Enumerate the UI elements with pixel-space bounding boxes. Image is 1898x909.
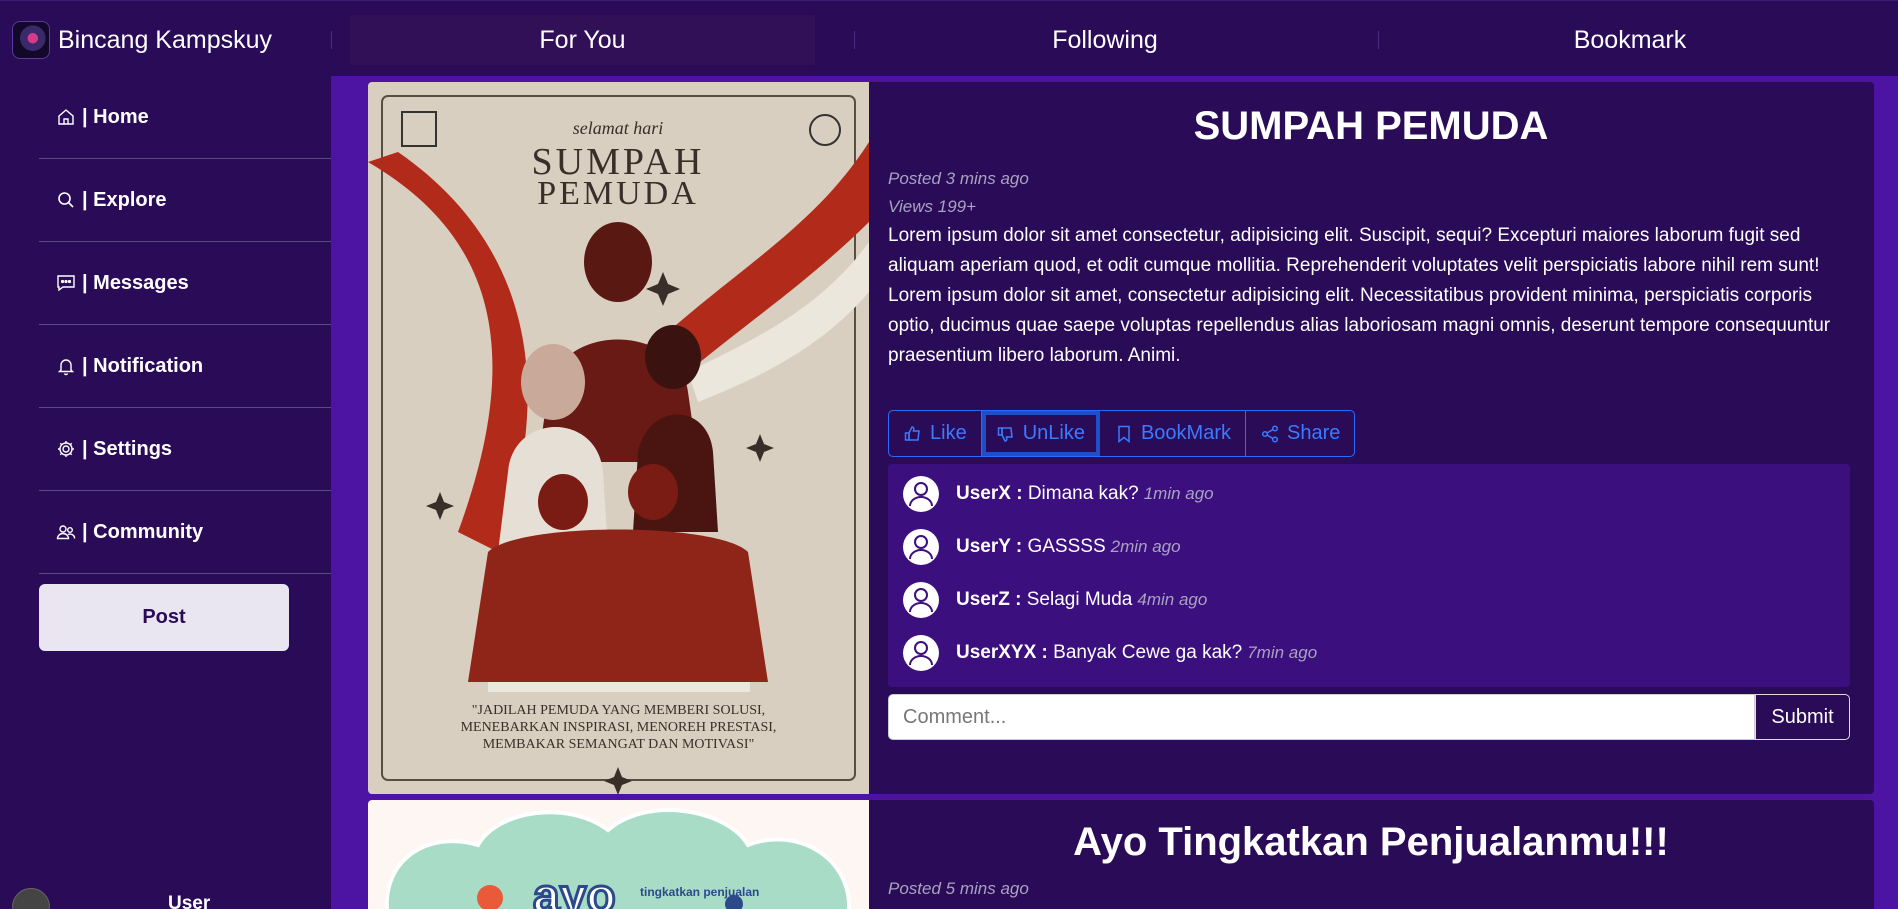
post-time: Posted 5 mins ago [888,879,1029,898]
post-card: ayo tingkatkan penjualan Ayo Tingkatkan … [368,800,1874,909]
post-body: SUMPAH PEMUDA Posted 3 mins ago Views 19… [888,82,1854,740]
list-item: UserXYX : Banyak Cewe ga kak? 7min ago [902,634,1317,672]
post-views: Views 199+ [888,197,977,216]
share-button[interactable]: Share [1246,411,1354,456]
sidebar-item-label: | Notification [82,354,204,377]
list-item: UserX : Dimana kak? 1min ago [902,475,1214,513]
submit-button[interactable]: Submit [1755,694,1850,740]
post-body: Ayo Tingkatkan Penjualanmu!!! Posted 5 m… [888,800,1854,899]
bookmark-icon [1118,425,1130,443]
sidebar-item-messages[interactable]: | Messages [39,242,331,325]
comment-user[interactable]: UserY : [956,536,1022,558]
post-image: ayo tingkatkan penjualan [368,800,869,909]
comment-user[interactable]: UserXYX : [956,642,1048,664]
comment-time: 2min ago [1110,537,1181,556]
avatar[interactable] [12,888,50,909]
poster-word: ayo [533,870,616,909]
app-title: Bincang Kampskuy [58,26,273,54]
tab-divider [331,31,332,49]
poster-script: selamat hari [573,118,664,138]
poster-headline: PEMUDA [537,175,699,212]
sidebar-item-label: | Explore [82,188,167,211]
tab-bookmark[interactable]: Bookmark [1395,15,1865,65]
like-label: Like [930,422,967,444]
sidebar-item-label: | Community [82,520,204,543]
comment-text: Selagi Muda [1026,589,1133,610]
home-icon [58,109,74,125]
post-actions: Like UnLike BookMark Share [888,410,1356,457]
post-text: Lorem ipsum dolor sit amet consectetur, … [888,225,1831,366]
tab-divider [854,31,855,49]
bookmark-button[interactable]: BookMark [1100,411,1246,456]
user-avatar-icon [903,476,939,512]
bookmark-label: BookMark [1140,422,1231,444]
user-avatar-icon [903,582,939,618]
post-time: Posted 3 mins ago [888,169,1029,188]
sidebar-item-label: | Home [82,105,149,128]
thumbs-up-icon [904,425,920,441]
unlike-label: UnLike [1022,422,1085,444]
comment-text: Dimana kak? [1027,483,1139,504]
sidebar-item-notification[interactable]: | Notification [39,325,331,408]
comment-input[interactable]: Comment... [888,694,1755,740]
sidebar-item-settings[interactable]: | Settings [39,408,331,491]
people-icon [56,525,76,540]
poster-quote: "JADILAH PEMUDA YANG MEMBERI SOLUSI, MEN… [460,703,777,752]
sidebar-item-home[interactable]: | Home [39,76,331,159]
sidebar-item-community[interactable]: | Community [39,491,331,574]
list-item: UserY : GASSSS 2min ago [902,528,1181,566]
sidebar-item-label: | Messages [82,271,189,294]
like-button[interactable]: Like [889,411,982,456]
bell-icon [57,359,75,376]
post-card: selamat hari SUMPAH PEMUDA "JADILAH PEMU… [368,82,1874,794]
top-bar: Bincang Kampskuy For You Following Bookm… [0,0,1898,76]
gear-icon [58,441,74,457]
message-icon [57,275,75,292]
post-title: Ayo Tingkatkan Penjualanmu!!! [1073,820,1669,864]
brand[interactable]: Bincang Kampskuy [12,21,272,59]
thumbs-down-icon [997,426,1013,442]
user-name[interactable]: User [168,893,210,909]
sidebar: | Home | Explore | Messages | Notificati… [0,76,331,909]
poster-small: tingkatkan penjualan [640,885,759,899]
comment-list: UserX : Dimana kak? 1min ago UserY : GASS… [888,464,1850,687]
post-image: selamat hari SUMPAH PEMUDA "JADILAH PEMU… [368,82,869,794]
sidebar-item-label: | Settings [82,437,173,460]
search-icon [58,192,74,208]
comment-time: 4min ago [1137,590,1208,609]
comment-time: 7min ago [1247,643,1318,662]
post-title: SUMPAH PEMUDA [1193,104,1549,148]
user-avatar-icon [903,635,939,671]
feed: selamat hari SUMPAH PEMUDA "JADILAH PEMU… [331,82,1898,909]
share-icon [1261,424,1279,443]
post-button[interactable]: Post [39,584,289,651]
tab-divider [1378,31,1379,49]
comment-user[interactable]: UserZ : [956,589,1021,611]
tab-following[interactable]: Following [870,15,1340,65]
sidebar-item-explore[interactable]: | Explore [39,159,331,242]
comment-text: GASSSS [1027,536,1106,557]
share-label: Share [1287,422,1341,444]
comment-time: 1min ago [1143,484,1214,503]
tab-for-you[interactable]: For You [350,15,815,65]
app-logo [12,21,50,59]
user-avatar-icon [903,529,939,565]
unlike-button[interactable]: UnLike [981,411,1100,456]
comment-text: Banyak Cewe ga kak? [1053,642,1243,663]
list-item: UserZ : Selagi Muda 4min ago [902,581,1207,619]
comment-user[interactable]: UserX : [956,483,1023,505]
